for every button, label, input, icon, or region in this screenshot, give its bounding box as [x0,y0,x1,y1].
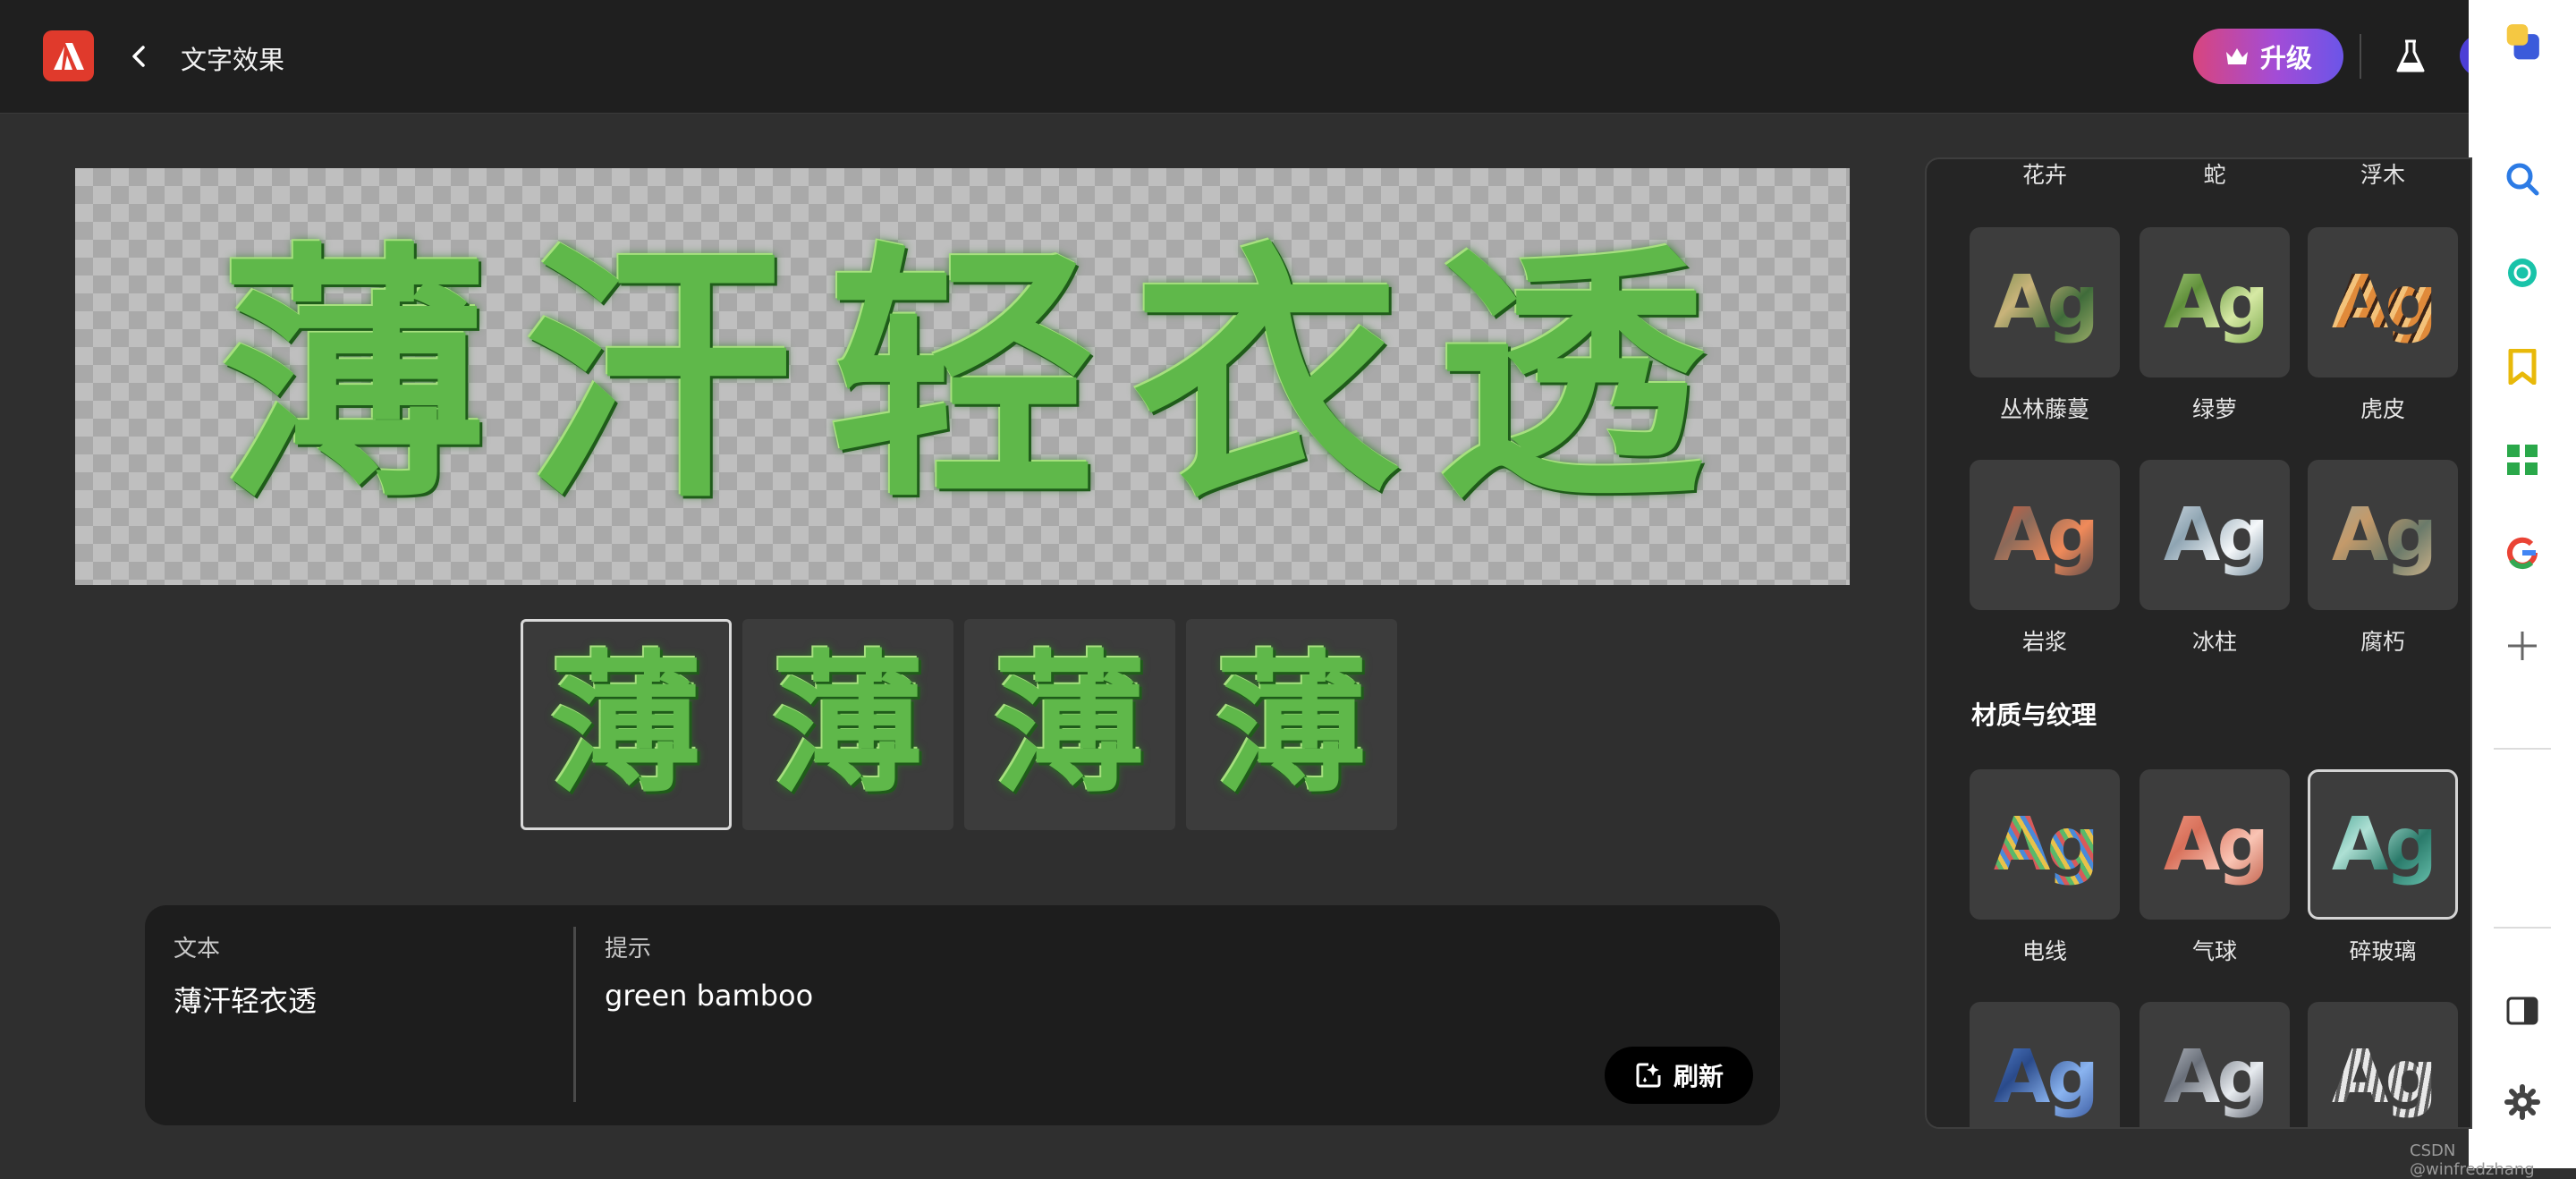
style-label: 浮木 [2360,162,2405,188]
input-panel: 文本 薄汗轻衣透 提示 green bamboo 刷新 [145,905,1780,1125]
effect-canvas[interactable]: 薄 汗 轻 衣 透 [75,168,1850,585]
app-icon[interactable] [2503,21,2542,61]
style-preview: Ag [1993,802,2099,887]
style-preview: Ag [2163,492,2269,578]
back-button[interactable] [123,39,154,73]
style-label: 冰柱 [2191,629,2237,655]
style-label: 腐朽 [2360,629,2405,655]
adobe-express-logo[interactable] [43,30,94,81]
style-preview: Ag [2331,1034,2437,1120]
style-label: 岩浆 [2021,629,2067,655]
refresh-icon [1636,1063,1661,1088]
page-title: 文字效果 [181,45,285,75]
style-label: 气球 [2191,938,2237,964]
style-label: 虎皮 [2360,396,2405,422]
variation-thumbnail[interactable]: 薄 [742,619,953,830]
variation-glyph: 薄 [993,635,1146,814]
chevron-left-icon [132,46,145,67]
text-field-label: 文本 [174,936,221,963]
section-title-materials: 材质与纹理 [1971,700,2097,730]
effect-text: 薄 汗 轻 衣 透 [220,242,1705,511]
refresh-label: 刷新 [1673,1062,1724,1091]
topbar-divider [2360,34,2361,79]
google-icon[interactable] [2503,533,2542,573]
add-icon[interactable] [2503,626,2542,666]
style-tile[interactable]: Ag [2140,1002,2290,1127]
style-preview: Ag [2331,492,2437,578]
style-tile-pothos[interactable]: Ag [2140,227,2290,377]
style-panel: 花卉 蛇 浮木 Ag Ag Ag 丛林藤蔓 绿萝 虎皮 Ag Ag Ag 岩浆 … [1925,157,2472,1129]
variation-glyph: 薄 [771,635,924,814]
style-tile-balloon[interactable]: Ag [2140,769,2290,920]
variation-glyph: 薄 [1215,635,1368,814]
variation-thumbnail-selected[interactable]: 薄 [521,619,732,830]
style-preview: Ag [1993,1034,2099,1120]
style-preview: Ag [2331,259,2437,345]
style-label: 丛林藤蔓 [1999,396,2089,422]
variation-thumbnails: 薄 薄 薄 薄 [521,619,1397,830]
style-tile[interactable]: Ag [2308,1002,2458,1127]
refresh-button[interactable]: 刷新 [1605,1047,1753,1104]
style-tile-lava[interactable]: Ag [1970,460,2120,610]
style-label: 蛇 [2203,162,2226,188]
sidebar-separator [2494,748,2551,750]
text-field[interactable]: 薄汗轻衣透 [174,979,317,1020]
grid-icon[interactable] [2503,440,2542,479]
effect-char: 轻 [828,218,1097,534]
sidebar-separator [2494,927,2551,929]
upgrade-button[interactable]: 升级 [2193,29,2343,84]
top-bar: 文字效果 升级 [0,0,2496,114]
style-tile-icicle[interactable]: Ag [2140,460,2290,610]
effect-char: 衣 [1132,218,1401,534]
settings-icon[interactable] [2503,1082,2542,1122]
effect-char: 薄 [220,218,488,534]
style-label: 电线 [2021,938,2067,964]
style-preview: Ag [2163,1034,2269,1120]
style-label: 花卉 [2021,162,2067,188]
style-tile[interactable]: Ag [1970,1002,2120,1127]
search-icon[interactable] [2503,159,2542,199]
style-tile-wire[interactable]: Ag [1970,769,2120,920]
upgrade-label: 升级 [2259,43,2312,73]
style-tile-jungle-vine[interactable]: Ag [1970,227,2120,377]
effect-char: 汗 [524,218,792,534]
prompt-field-label: 提示 [605,936,652,963]
style-preview: Ag [2163,259,2269,345]
sidebar-toggle-icon[interactable] [2503,991,2542,1031]
openai-icon[interactable] [2503,253,2542,293]
adobe-a-icon [53,42,84,70]
style-label: 碎玻璃 [2349,938,2417,964]
style-label: 绿萝 [2191,396,2237,422]
variation-glyph: 薄 [549,635,702,814]
prompt-field[interactable]: green bamboo [605,979,813,1013]
browser-sidebar [2469,0,2576,1168]
variation-thumbnail[interactable]: 薄 [1186,619,1397,830]
flask-icon [2396,39,2425,72]
style-preview: Ag [2163,802,2269,887]
labs-button[interactable] [2390,36,2431,77]
variation-thumbnail[interactable]: 薄 [964,619,1175,830]
style-preview: Ag [2331,802,2437,887]
style-tile-broken-glass[interactable]: Ag [2308,769,2458,920]
bookmark-icon[interactable] [2503,347,2542,386]
watermark: CSDN @winfredzhang [2410,1141,2535,1179]
style-preview: Ag [1993,492,2099,578]
style-tile-tiger-skin[interactable]: Ag [2308,227,2458,377]
panel-divider [573,927,576,1102]
crown-icon [2225,48,2248,64]
style-preview: Ag [1993,259,2099,345]
effect-char: 透 [1436,218,1705,534]
style-tile-decay[interactable]: Ag [2308,460,2458,610]
